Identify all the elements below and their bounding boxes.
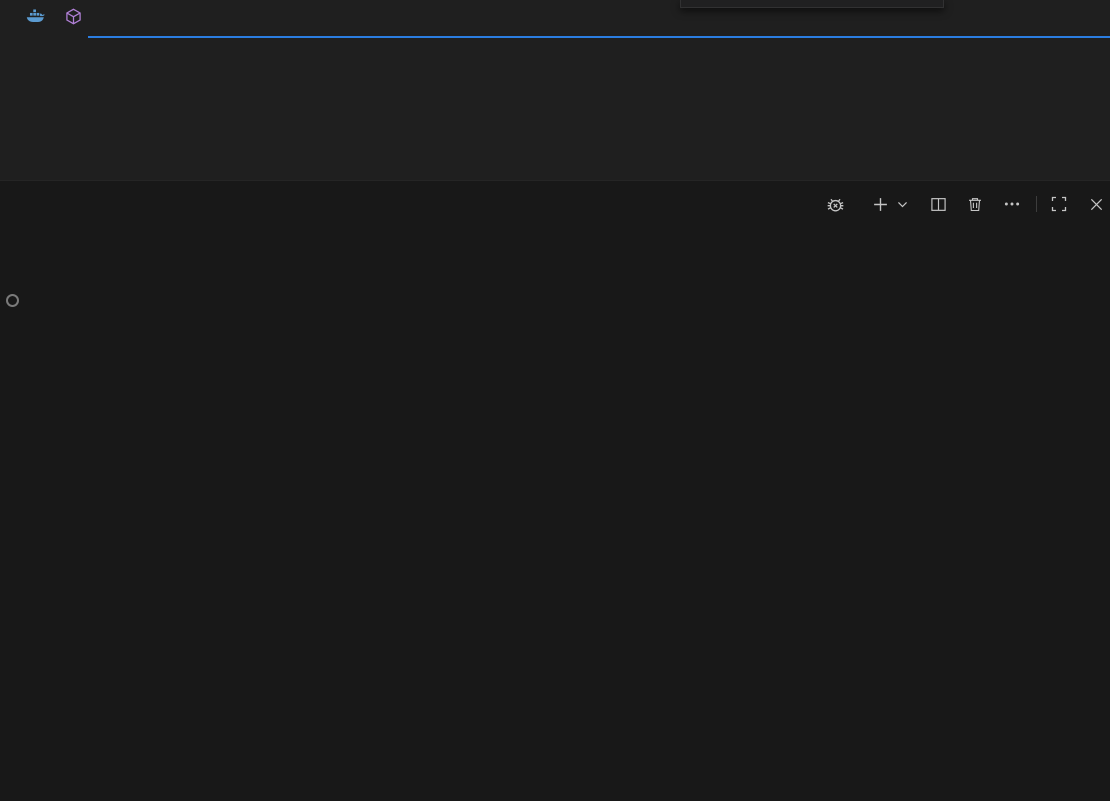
- vscode-window: [0, 0, 1110, 801]
- split-terminal-icon[interactable]: [930, 196, 947, 213]
- command-decoration-circle[interactable]: [6, 294, 19, 307]
- bottom-panel: [0, 180, 1110, 801]
- breadcrumb-file[interactable]: [26, 9, 51, 28]
- symbol-cube-icon: [65, 8, 82, 29]
- docker-whale-icon: [26, 9, 45, 28]
- actions-divider: [1036, 196, 1037, 212]
- editor-top-decoration-line: [88, 36, 1110, 38]
- breadcrumb: [26, 6, 88, 30]
- chevron-down-icon[interactable]: [896, 198, 909, 211]
- close-panel-icon[interactable]: [1089, 197, 1104, 212]
- new-terminal-icon[interactable]: [872, 196, 889, 213]
- panel-actions: [826, 195, 1110, 214]
- more-actions-icon[interactable]: [1003, 195, 1021, 213]
- editor-area: [0, 0, 1110, 180]
- kill-terminal-icon[interactable]: [967, 196, 983, 213]
- terminal-output[interactable]: [0, 251, 1110, 801]
- breadcrumb-symbol[interactable]: [65, 8, 88, 29]
- panel-tabs: [0, 181, 28, 227]
- debug-bug-icon: [826, 195, 845, 214]
- panel-header: [0, 181, 1110, 227]
- maximize-panel-icon[interactable]: [1051, 196, 1067, 212]
- quick-input-dialog-edge: [680, 0, 944, 8]
